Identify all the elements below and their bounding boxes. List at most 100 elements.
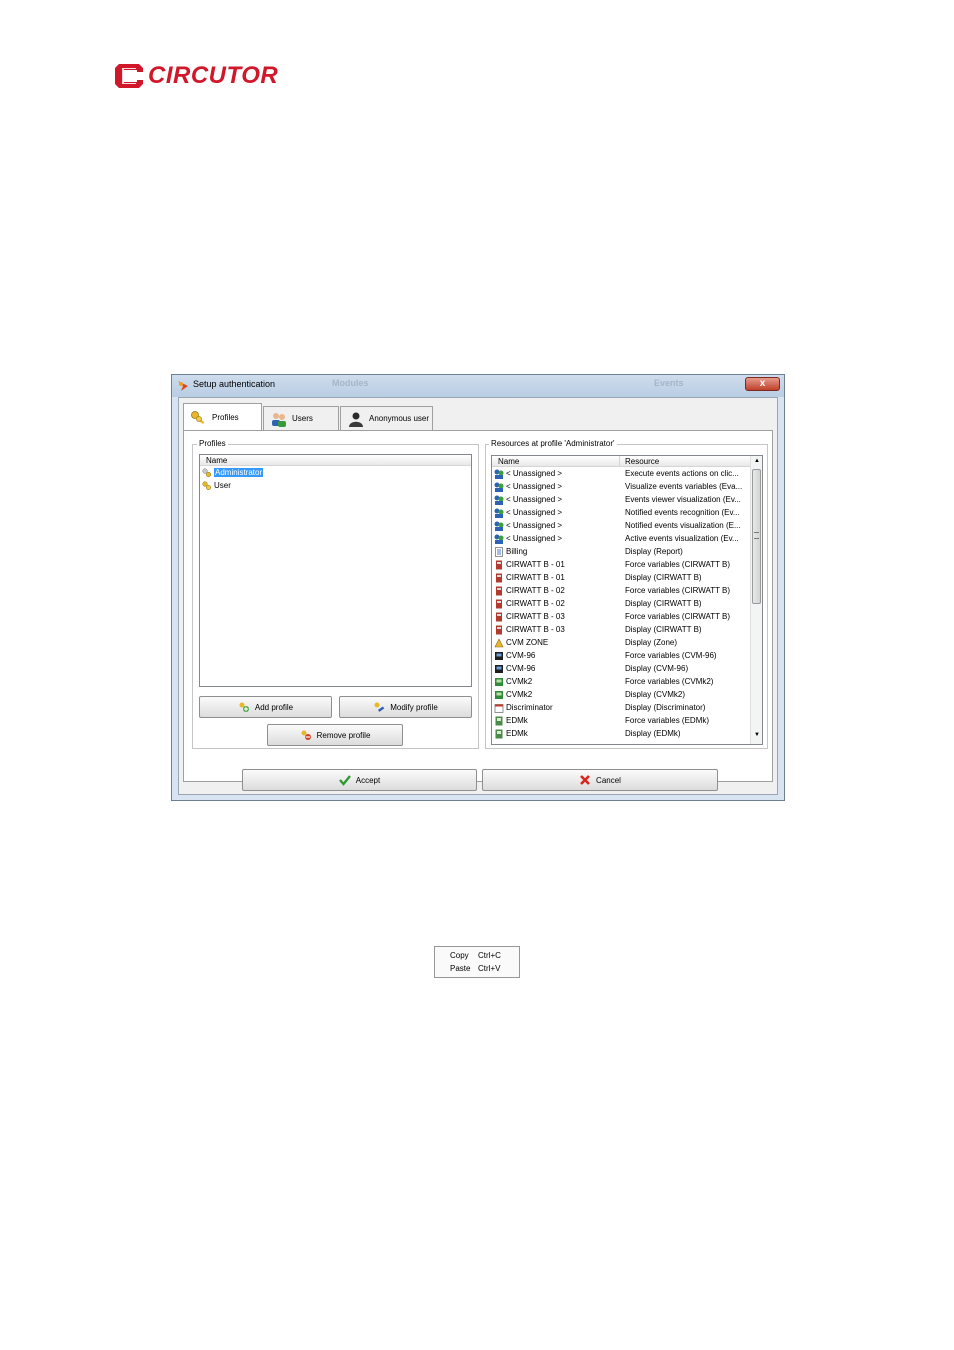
scrollbar-thumb[interactable] (752, 469, 761, 604)
resource-row[interactable]: CIRWATT B - 01 Force variables (CIRWATT B… (492, 558, 762, 571)
resource-name: CIRWATT B - 01 (506, 573, 565, 582)
resource-value: Active events visualization (Ev... (625, 534, 739, 543)
profile-item-user[interactable]: User (200, 479, 471, 492)
menu-item-label: Copy (450, 951, 469, 960)
resource-name: CVMk2 (506, 677, 533, 686)
resources-rows: < Unassigned > Execute events actions on … (492, 467, 762, 740)
edmk-icon (495, 729, 503, 739)
resource-value: Force variables (CIRWATT B) (625, 586, 731, 595)
keys-icon (191, 410, 205, 424)
resource-row[interactable]: < Unassigned > Active events visualizatio… (492, 532, 762, 545)
menu-item-copy[interactable]: Copy Ctrl+C (435, 949, 519, 962)
anonymous-user-icon (349, 412, 363, 427)
resource-value: Force variables (CIRWATT B) (625, 612, 731, 621)
brand-name: CIRCUTOR (148, 62, 279, 89)
profiles-list[interactable]: Name Administrator User (199, 454, 472, 687)
column-header-resource[interactable]: Resource (625, 456, 659, 467)
resource-value: Events viewer visualization (Ev... (625, 495, 741, 504)
resource-row[interactable]: EDMk Force variables (EDMk) (492, 714, 762, 727)
scroll-down-icon[interactable]: ▼ (754, 732, 760, 738)
context-menu: Copy Ctrl+C Paste Ctrl+V (434, 946, 520, 978)
accept-button[interactable]: Accept (242, 769, 477, 791)
menu-item-shortcut: Ctrl+C (478, 951, 501, 960)
resource-row[interactable]: CVM ZONE Display (Zone) (492, 636, 762, 649)
resources-list[interactable]: Name Resource < Unassigned > Execute even… (491, 455, 763, 745)
resource-row[interactable]: CVMk2 Force variables (CVMk2) (492, 675, 762, 688)
resource-value: Display (CIRWATT B) (625, 625, 702, 634)
tab-profiles[interactable]: Profiles (183, 403, 262, 431)
zone-icon (494, 638, 504, 648)
resource-row[interactable]: Discriminator Display (Discriminator) (492, 701, 762, 714)
resource-value: Force variables (CIRWATT B) (625, 560, 731, 569)
app-icon (178, 381, 188, 391)
cvm96-icon (495, 664, 503, 673)
resource-row[interactable]: < Unassigned > Notified events visualizat… (492, 519, 762, 532)
resource-name: CVMk2 (506, 690, 533, 699)
meter-icon (496, 612, 502, 622)
resource-value: Notified events visualization (E... (625, 521, 741, 530)
resource-value: Display (CVMk2) (625, 690, 686, 699)
resource-row[interactable]: CVM-96 Force variables (CVM-96) (492, 649, 762, 662)
admin-keys-icon (202, 468, 212, 477)
resource-value: Force variables (EDMk) (625, 716, 710, 725)
resource-row[interactable]: CVMk2 Display (CVMk2) (492, 688, 762, 701)
resources-list-header: Name Resource (492, 456, 750, 467)
resource-row[interactable]: < Unassigned > Events viewer visualizatio… (492, 493, 762, 506)
resource-row[interactable]: CIRWATT B - 03 Force variables (CIRWATT B… (492, 610, 762, 623)
resource-row[interactable]: CIRWATT B - 03 Display (CIRWATT B) (492, 623, 762, 636)
modify-profile-icon (374, 702, 385, 712)
resource-value: Visualize events variables (Eva... (625, 482, 743, 491)
checkmark-icon (338, 775, 351, 786)
column-header-name[interactable]: Name (200, 455, 471, 466)
column-header-name[interactable]: Name (498, 456, 519, 467)
profile-item-administrator[interactable]: Administrator (200, 466, 471, 479)
cancel-button[interactable]: Cancel (482, 769, 718, 791)
tab-anonymous-user[interactable]: Anonymous user (340, 406, 433, 430)
cvmk2-icon (495, 677, 503, 686)
profile-name: Administrator (214, 468, 264, 477)
resource-row[interactable]: Billing Display (Report) (492, 545, 762, 558)
scroll-up-icon[interactable]: ▲ (754, 458, 760, 464)
button-label: Add profile (254, 702, 294, 712)
resource-row[interactable]: CIRWATT B - 02 Display (CIRWATT B) (492, 597, 762, 610)
tab-label: Profiles (212, 413, 239, 422)
resource-row[interactable]: CIRWATT B - 01 Display (CIRWATT B) (492, 571, 762, 584)
meter-icon (496, 625, 502, 635)
resource-value: Display (Discriminator) (625, 703, 706, 712)
profiles-group: Profiles Name Administrator User Add pro… (192, 439, 479, 749)
resources-group: Resources at profile 'Administrator' Nam… (485, 439, 768, 749)
cvm96-icon (495, 651, 503, 660)
button-label: Cancel (596, 775, 621, 785)
meter-icon (496, 560, 502, 570)
vertical-scrollbar[interactable]: ▲ ▼ (750, 456, 762, 744)
resource-name: Billing (506, 547, 528, 556)
resource-row[interactable]: EDMk Display (EDMk) (492, 727, 762, 740)
close-icon: x (759, 378, 766, 389)
resource-row[interactable]: CIRWATT B - 02 Force variables (CIRWATT B… (492, 584, 762, 597)
cancel-x-icon (580, 775, 590, 785)
resource-value: Display (EDMk) (625, 729, 681, 738)
title-bar[interactable]: Setup authentication Modules Events x (172, 375, 784, 397)
meter-icon (496, 573, 502, 583)
resource-name: < Unassigned > (506, 482, 563, 491)
modify-profile-button[interactable]: Modify profile (339, 696, 472, 718)
add-profile-button[interactable]: Add profile (199, 696, 332, 718)
column-divider[interactable] (619, 456, 620, 467)
group-label: Resources at profile 'Administrator' (489, 439, 617, 448)
resource-name: Discriminator (506, 703, 553, 712)
resource-row[interactable]: < Unassigned > Notified events recognitio… (492, 506, 762, 519)
resource-row[interactable]: < Unassigned > Visualize events variables… (492, 480, 762, 493)
resource-name: < Unassigned > (506, 508, 563, 517)
menu-item-paste[interactable]: Paste Ctrl+V (435, 962, 519, 975)
tab-users[interactable]: Users (263, 406, 339, 430)
resource-name: CVM-96 (506, 651, 536, 660)
resource-value: Notified events recognition (Ev... (625, 508, 740, 517)
close-button[interactable]: x (745, 377, 780, 391)
remove-profile-button[interactable]: Remove profile (267, 724, 403, 746)
resource-name: < Unassigned > (506, 521, 563, 530)
keys-icon (202, 481, 212, 490)
unassigned-icon (494, 521, 504, 531)
resource-row[interactable]: CVM-96 Display (CVM-96) (492, 662, 762, 675)
resource-row[interactable]: < Unassigned > Execute events actions on … (492, 467, 762, 480)
remove-profile-icon (301, 730, 311, 740)
